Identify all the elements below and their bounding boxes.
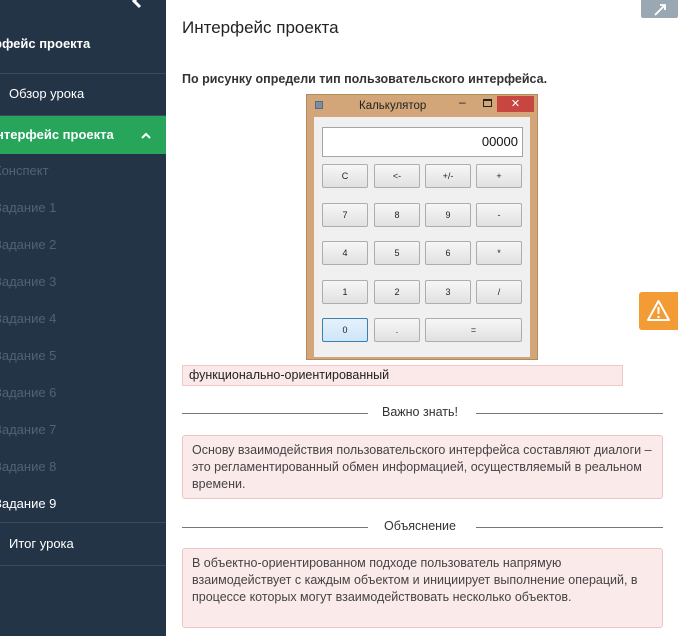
calculator-body: 00000 C <- +/- + 7 8 9 - 4 5 6 * 1 2 3 /…: [314, 117, 530, 357]
warning-icon: [639, 300, 678, 334]
divider-line: [476, 413, 663, 414]
sidebar-subitem-task-9[interactable]: Задание 9: [0, 496, 166, 511]
expand-icon: [653, 0, 667, 16]
sidebar-item-overview[interactable]: Обзор урока: [0, 86, 166, 101]
calc-key: 1: [322, 280, 368, 304]
calc-key: 0: [322, 318, 368, 342]
chevron-up-icon: [140, 116, 152, 154]
calc-key: *: [476, 241, 522, 265]
explanation-box: В объектно-ориентированном подходе польз…: [182, 548, 663, 628]
sidebar: рфейс проекта Обзор урока нтерфейс проек…: [0, 0, 166, 636]
calc-key: -: [476, 203, 522, 227]
calc-key: +/-: [425, 164, 471, 188]
calculator-titlebar: Калькулятор – ✕: [307, 95, 537, 115]
sidebar-item-label: нтерфейс проекта: [0, 127, 114, 142]
page-title: Интерфейс проекта: [182, 18, 339, 37]
calc-key: .: [374, 318, 420, 342]
sidebar-section-title: рфейс проекта: [0, 36, 91, 51]
sidebar-subitem-task-1[interactable]: Задание 1: [0, 200, 166, 215]
calc-key: 7: [322, 203, 368, 227]
sidebar-subitem-task-8[interactable]: Задание 8: [0, 459, 166, 474]
close-icon: ✕: [497, 96, 534, 112]
sidebar-item-project-interface[interactable]: нтерфейс проекта: [0, 116, 166, 154]
sidebar-subitem-task-4[interactable]: Задание 4: [0, 311, 166, 326]
calc-key: 3: [425, 280, 471, 304]
expand-button[interactable]: [641, 0, 678, 18]
important-box: Основу взаимодействия пользовательского …: [182, 435, 663, 499]
sidebar-subitem-task-5[interactable]: Задание 5: [0, 348, 166, 363]
section-separator: Важно знать!: [182, 405, 663, 420]
calc-key: +: [476, 164, 522, 188]
calculator-app-icon: [315, 101, 323, 109]
calc-key: 6: [425, 241, 471, 265]
calculator-title: Калькулятор: [359, 100, 427, 112]
sidebar-subitem-task-2[interactable]: Задание 2: [0, 237, 166, 252]
sidebar-subitem-task-6[interactable]: Задание 6: [0, 385, 166, 400]
minimize-icon: –: [459, 95, 466, 109]
sidebar-subitem-task-3[interactable]: Задание 3: [0, 274, 166, 289]
sidebar-subitem-summary[interactable]: Конспект: [0, 163, 166, 178]
sidebar-item-lesson-result[interactable]: Итог урока: [0, 536, 166, 551]
calc-key: C: [322, 164, 368, 188]
sidebar-subitem-task-7[interactable]: Задание 7: [0, 422, 166, 437]
sidebar-divider: [0, 73, 166, 74]
calc-key: 9: [425, 203, 471, 227]
calculator-display: 00000: [322, 127, 523, 157]
sidebar-divider: [0, 522, 166, 523]
calc-key: 4: [322, 241, 368, 265]
calc-key: <-: [374, 164, 420, 188]
calc-key: =: [425, 318, 522, 342]
explanation-heading: Объяснение: [384, 519, 456, 533]
calc-key: 8: [374, 203, 420, 227]
divider-line: [476, 527, 663, 528]
sidebar-divider: [0, 565, 166, 566]
divider-line: [182, 413, 368, 414]
maximize-icon: [483, 99, 492, 107]
report-issue-button[interactable]: [639, 292, 678, 330]
back-arrow-icon[interactable]: [130, 0, 146, 15]
calc-key: /: [476, 280, 522, 304]
answer-field[interactable]: функционально-ориентированный: [182, 365, 623, 386]
section-separator: Объяснение: [182, 519, 663, 534]
divider-line: [182, 527, 368, 528]
calc-key: 5: [374, 241, 420, 265]
question-text: По рисунку определи тип пользовательског…: [182, 72, 548, 86]
calculator-window-image: Калькулятор – ✕ 00000 C <- +/- + 7 8 9 -…: [306, 94, 538, 360]
calc-key: 2: [374, 280, 420, 304]
important-heading: Важно знать!: [382, 405, 459, 419]
